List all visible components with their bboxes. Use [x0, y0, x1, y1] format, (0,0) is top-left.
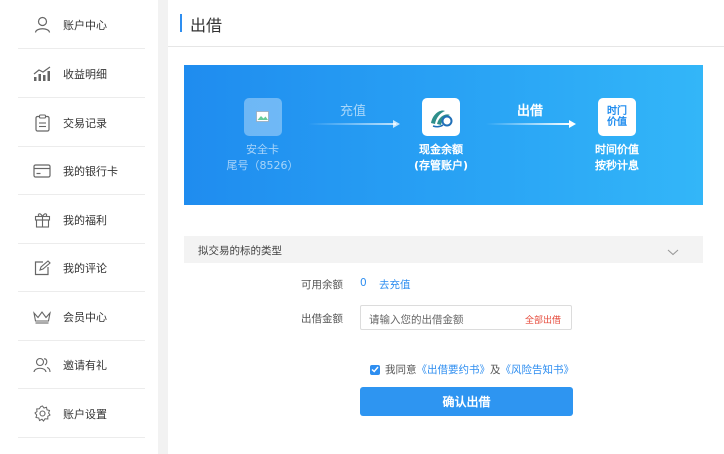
cash-balance-node: 现金余额 (存管账户): [406, 98, 476, 174]
sidebar-item-label: 会员中心: [63, 310, 107, 324]
lend-arrow-label: 出借: [516, 104, 543, 119]
recharge-arrow: 充值: [308, 104, 400, 128]
sidebar-item-comments[interactable]: 我的评论: [18, 244, 145, 292]
arrow-head-icon: [393, 120, 400, 128]
sidebar-item-benefits[interactable]: 我的福利: [18, 196, 145, 244]
recharge-link[interactable]: 去充值: [379, 277, 411, 292]
time-value-icon-line1: 时门: [607, 106, 627, 117]
chart-icon: [33, 65, 51, 83]
recharge-arrow-label: 充值: [339, 104, 366, 119]
bank-card-image: [243, 98, 282, 136]
sidebar-item-transactions[interactable]: 交易记录: [18, 99, 145, 147]
card-icon: [33, 162, 51, 180]
confirm-lend-button[interactable]: 确认出借: [360, 387, 573, 416]
sidebar-item-invite[interactable]: 邀请有礼: [18, 341, 145, 389]
time-value-label: 时间价值: [595, 143, 639, 156]
arrow-head-icon: [569, 120, 576, 128]
sidebar-item-membership[interactable]: 会员中心: [18, 293, 145, 341]
sidebar: 账户中心 收益明细 交易记录 我的银行卡 我的福利 我的评论 会员中心 邀请有礼…: [0, 0, 158, 454]
lend-amount-label: 出借金额: [301, 313, 343, 325]
arrow-shaft: [308, 123, 396, 125]
safe-card-label: 安全卡: [246, 143, 279, 156]
clipboard-icon: [33, 113, 51, 132]
users-icon: [33, 356, 51, 374]
page-header: 出借: [168, 0, 724, 47]
sidebar-item-label: 我的评论: [63, 261, 107, 275]
chevron-down-icon: [667, 242, 679, 261]
risk-notice-link[interactable]: 《风险告知书》: [501, 362, 575, 377]
agree-checkbox[interactable]: [370, 364, 380, 375]
gift-icon: [33, 211, 51, 229]
cash-balance-label: 现金余额: [419, 143, 463, 156]
gear-icon: [33, 405, 51, 423]
lend-amount-placeholder: 请输入您的出借金额: [369, 314, 464, 326]
lending-flow-banner: 安全卡 尾号（8526） 充值 现金余额 (存管账户) 出借 时门 价值 时间价…: [184, 65, 703, 205]
arrow-shaft: [486, 123, 572, 125]
lend-amount-input[interactable]: 请输入您的出借金额 全部出借: [360, 305, 572, 330]
lend-all-button[interactable]: 全部出借: [525, 313, 561, 326]
crown-icon: [33, 308, 51, 326]
agreement-row: 我同意 《出借要约书》 及 《风险告知书》: [370, 362, 574, 377]
available-balance-value: 0: [360, 277, 367, 289]
custody-account-label: (存管账户): [413, 159, 469, 172]
safe-card-node: 安全卡 尾号（8526）: [226, 98, 299, 174]
main-panel: 出借 安全卡 尾号（8526） 充值 现金余额 (存管账户) 出借 时门 价值 …: [168, 0, 724, 454]
trade-type-label: 拟交易的标的类型: [198, 245, 282, 257]
available-balance-label: 可用余额: [301, 279, 343, 291]
sidebar-item-label: 我的银行卡: [63, 164, 118, 178]
sidebar-item-label: 收益明细: [63, 67, 107, 81]
sidebar-item-label: 我的福利: [63, 213, 107, 227]
agree-and: 及: [490, 364, 501, 376]
sidebar-item-label: 账户中心: [63, 18, 107, 32]
sidebar-item-label: 账户设置: [63, 407, 107, 421]
sidebar-item-account-center[interactable]: 账户中心: [18, 1, 145, 49]
time-value-icon: 时门 价值: [598, 98, 636, 136]
agree-prefix: 我同意: [385, 364, 417, 376]
user-icon: [33, 16, 51, 34]
page-title: 出借: [190, 16, 223, 35]
per-second-interest-label: 按秒计息: [595, 159, 639, 172]
edit-icon: [33, 259, 51, 277]
sidebar-item-label: 交易记录: [63, 116, 107, 130]
title-accent-bar: [180, 14, 182, 32]
card-tail-number: 尾号（8526）: [226, 159, 299, 172]
sidebar-item-earnings[interactable]: 收益明细: [18, 50, 145, 98]
trade-type-dropdown[interactable]: 拟交易的标的类型: [184, 236, 703, 263]
time-value-icon-line2: 价值: [607, 117, 627, 128]
lend-arrow: 出借: [486, 104, 576, 128]
sidebar-item-settings[interactable]: 账户设置: [18, 390, 145, 438]
lending-offer-link[interactable]: 《出借要约书》: [417, 362, 491, 377]
time-value-node: 时门 价值 时间价值 按秒计息: [582, 98, 652, 174]
sidebar-item-bank-cards[interactable]: 我的银行卡: [18, 147, 145, 195]
bank-logo-icon: [422, 98, 460, 136]
sidebar-item-label: 邀请有礼: [63, 358, 107, 372]
